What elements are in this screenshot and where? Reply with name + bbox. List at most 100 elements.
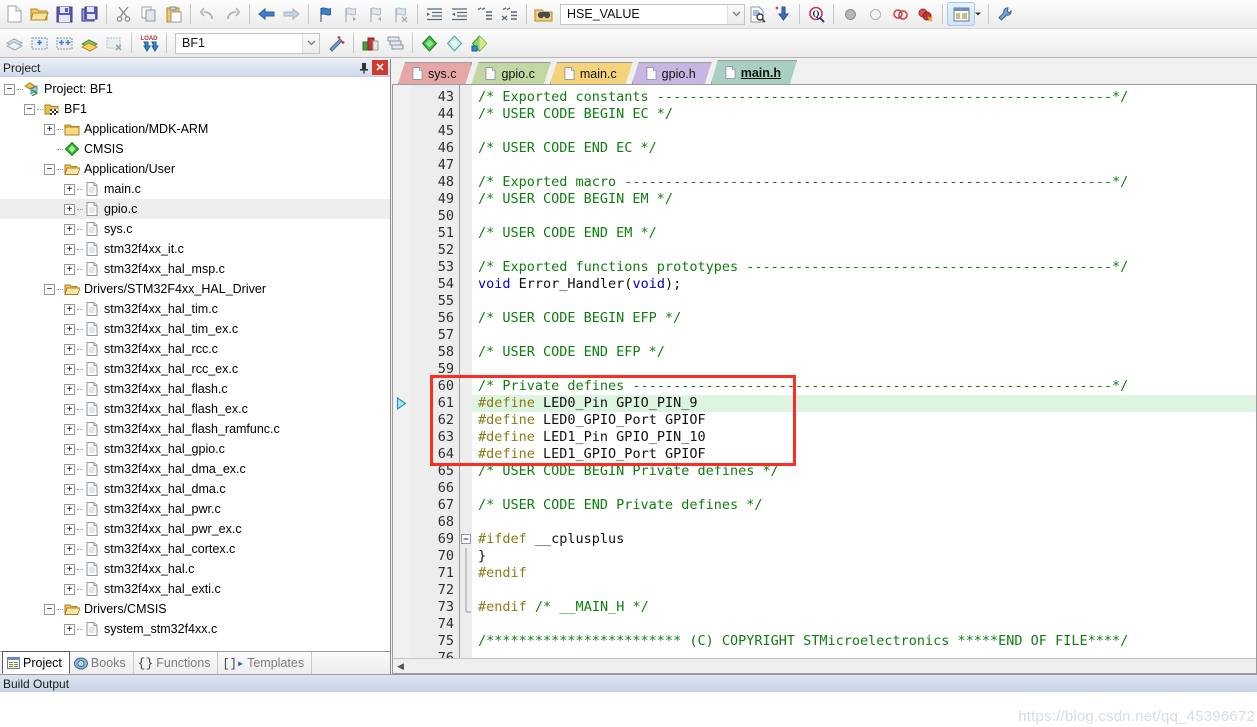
tree-item[interactable]: + stm32f4xx_hal_rcc.c bbox=[0, 339, 390, 359]
project-panel-tab-templates[interactable]: []▸ Templates bbox=[218, 652, 313, 674]
tree-expand-toggle[interactable]: + bbox=[44, 123, 55, 135]
code-line[interactable]: /* Exported constants ------------------… bbox=[472, 89, 1256, 106]
new-file-button[interactable] bbox=[2, 2, 27, 26]
target-options-button[interactable] bbox=[324, 31, 349, 55]
tree-expand-toggle[interactable]: + bbox=[64, 323, 75, 335]
code-line[interactable]: /* USER CODE BEGIN EM */ bbox=[472, 191, 1256, 208]
tree-collapse-toggle[interactable]: − bbox=[44, 603, 55, 615]
tree-item[interactable]: + stm32f4xx_hal_pwr.c bbox=[0, 499, 390, 519]
scrollbar-track[interactable] bbox=[408, 659, 1256, 673]
code-line[interactable]: /* USER CODE BEGIN Private defines */ bbox=[472, 463, 1256, 480]
tree-item[interactable]: + stm32f4xx_hal_cortex.c bbox=[0, 539, 390, 559]
stop-build-button[interactable] bbox=[102, 31, 127, 55]
configuration-button[interactable] bbox=[993, 2, 1018, 26]
code-line[interactable]: /* Private defines ---------------------… bbox=[472, 378, 1256, 395]
find-in-files-button[interactable] bbox=[745, 2, 770, 26]
tree-item[interactable]: + stm32f4xx_hal_tim_ex.c bbox=[0, 319, 390, 339]
paste-button[interactable] bbox=[161, 2, 186, 26]
rebuild-button[interactable] bbox=[52, 31, 77, 55]
code-line[interactable]: /* USER CODE BEGIN EFP */ bbox=[472, 310, 1256, 327]
uncomment-button[interactable] bbox=[497, 2, 522, 26]
copy-button[interactable] bbox=[136, 2, 161, 26]
code-line[interactable] bbox=[472, 123, 1256, 140]
tree-expand-toggle[interactable]: + bbox=[64, 183, 75, 195]
code-line[interactable] bbox=[472, 157, 1256, 174]
chevron-down-icon[interactable] bbox=[302, 33, 319, 53]
goto-definition-button[interactable] bbox=[770, 2, 795, 26]
tree-item[interactable]: + gpio.c bbox=[0, 199, 390, 219]
tree-item[interactable]: − BF1 bbox=[0, 99, 390, 119]
tree-collapse-toggle[interactable]: − bbox=[24, 103, 35, 115]
chevron-down-icon[interactable] bbox=[727, 4, 744, 24]
translate-button[interactable] bbox=[2, 31, 27, 55]
project-tree[interactable]: − Project: BF1− BF1 + Application/MDK-ARM CMS… bbox=[0, 77, 390, 651]
tree-expand-toggle[interactable]: + bbox=[64, 423, 75, 435]
tree-item[interactable]: + stm32f4xx_it.c bbox=[0, 239, 390, 259]
tree-item[interactable]: + stm32f4xx_hal_flash.c bbox=[0, 379, 390, 399]
redo-button[interactable] bbox=[220, 2, 245, 26]
tree-collapse-toggle[interactable]: − bbox=[4, 83, 15, 95]
code-line[interactable] bbox=[472, 361, 1256, 378]
tree-expand-toggle[interactable]: + bbox=[64, 543, 75, 555]
navigate-forward-button[interactable] bbox=[279, 2, 304, 26]
tree-expand-toggle[interactable]: + bbox=[64, 263, 75, 275]
tree-expand-toggle[interactable]: + bbox=[64, 363, 75, 375]
save-button[interactable] bbox=[52, 2, 77, 26]
tree-expand-toggle[interactable]: + bbox=[64, 203, 75, 215]
code-line[interactable]: #ifdef __cplusplus bbox=[472, 531, 1256, 548]
build-button[interactable] bbox=[27, 31, 52, 55]
tree-item[interactable]: + stm32f4xx_hal.c bbox=[0, 559, 390, 579]
navigate-back-button[interactable] bbox=[254, 2, 279, 26]
tree-item[interactable]: + stm32f4xx_hal_exti.c bbox=[0, 579, 390, 599]
tree-expand-toggle[interactable]: + bbox=[64, 243, 75, 255]
comment-button[interactable] bbox=[472, 2, 497, 26]
code-line[interactable] bbox=[472, 650, 1256, 658]
tree-item[interactable]: + Application/MDK-ARM bbox=[0, 119, 390, 139]
tree-item[interactable]: − Application/User bbox=[0, 159, 390, 179]
editor-margin[interactable] bbox=[393, 85, 411, 658]
project-panel-tab-project[interactable]: Project bbox=[2, 651, 70, 674]
scroll-left-icon[interactable]: ◀ bbox=[393, 659, 408, 673]
code-line[interactable]: #define LED1_Pin GPIO_PIN_10 bbox=[472, 429, 1256, 446]
tree-item[interactable]: + sys.c bbox=[0, 219, 390, 239]
editor-tab-gpio-h[interactable]: gpio.h bbox=[632, 62, 712, 84]
pin-icon[interactable] bbox=[356, 60, 372, 75]
tree-item[interactable]: + stm32f4xx_hal_flash_ex.c bbox=[0, 399, 390, 419]
tree-expand-toggle[interactable]: + bbox=[64, 623, 75, 635]
code-line[interactable] bbox=[472, 293, 1256, 310]
tree-expand-toggle[interactable]: + bbox=[64, 403, 75, 415]
editor-tab-main-h[interactable]: main.h bbox=[711, 60, 797, 84]
tree-item[interactable]: + main.c bbox=[0, 179, 390, 199]
tree-item[interactable]: − Drivers/STM32F4xx_HAL_Driver bbox=[0, 279, 390, 299]
code-line[interactable]: /* Exported functions prototypes -------… bbox=[472, 259, 1256, 276]
tree-expand-toggle[interactable]: + bbox=[64, 483, 75, 495]
code-line[interactable] bbox=[472, 514, 1256, 531]
tree-item[interactable]: + system_stm32f4xx.c bbox=[0, 619, 390, 639]
tree-expand-toggle[interactable]: + bbox=[64, 463, 75, 475]
manage-run-time-button[interactable] bbox=[442, 31, 467, 55]
bookmark-prev-button[interactable] bbox=[338, 2, 363, 26]
tree-item[interactable]: − Project: BF1 bbox=[0, 79, 390, 99]
target-combo[interactable]: BF1 bbox=[175, 32, 320, 54]
tree-expand-toggle[interactable]: + bbox=[64, 223, 75, 235]
cut-button[interactable] bbox=[111, 2, 136, 26]
code-line[interactable] bbox=[472, 208, 1256, 225]
close-icon[interactable]: ✕ bbox=[372, 60, 388, 75]
code-region[interactable]: 43 44 45 46 47 48 49 50 51 52 53 54 55 56 57 58 59 60 61 62… bbox=[393, 85, 1256, 658]
kill-all-breakpoints-button[interactable] bbox=[913, 2, 938, 26]
editor-tab-gpio-c[interactable]: gpio.c bbox=[471, 62, 550, 84]
fold-collapse-box[interactable] bbox=[461, 531, 472, 548]
tree-item[interactable]: + stm32f4xx_hal_gpio.c bbox=[0, 439, 390, 459]
tree-item[interactable]: + stm32f4xx_hal_msp.c bbox=[0, 259, 390, 279]
bookmark-clear-button[interactable] bbox=[388, 2, 413, 26]
code-line[interactable]: /* Exported macro ----------------------… bbox=[472, 174, 1256, 191]
tree-expand-toggle[interactable]: + bbox=[64, 443, 75, 455]
breakpoint-enable-button[interactable] bbox=[863, 2, 888, 26]
code-line[interactable]: /* USER CODE END EM */ bbox=[472, 225, 1256, 242]
manage-project-items-button[interactable] bbox=[358, 31, 383, 55]
editor-horizontal-scrollbar[interactable]: ◀ bbox=[393, 658, 1256, 673]
code-line[interactable] bbox=[472, 480, 1256, 497]
bookmark-next-button[interactable] bbox=[363, 2, 388, 26]
code-line[interactable]: #define LED1_GPIO_Port GPIOF bbox=[472, 446, 1256, 463]
manage-windows-dropdown[interactable] bbox=[971, 2, 984, 26]
